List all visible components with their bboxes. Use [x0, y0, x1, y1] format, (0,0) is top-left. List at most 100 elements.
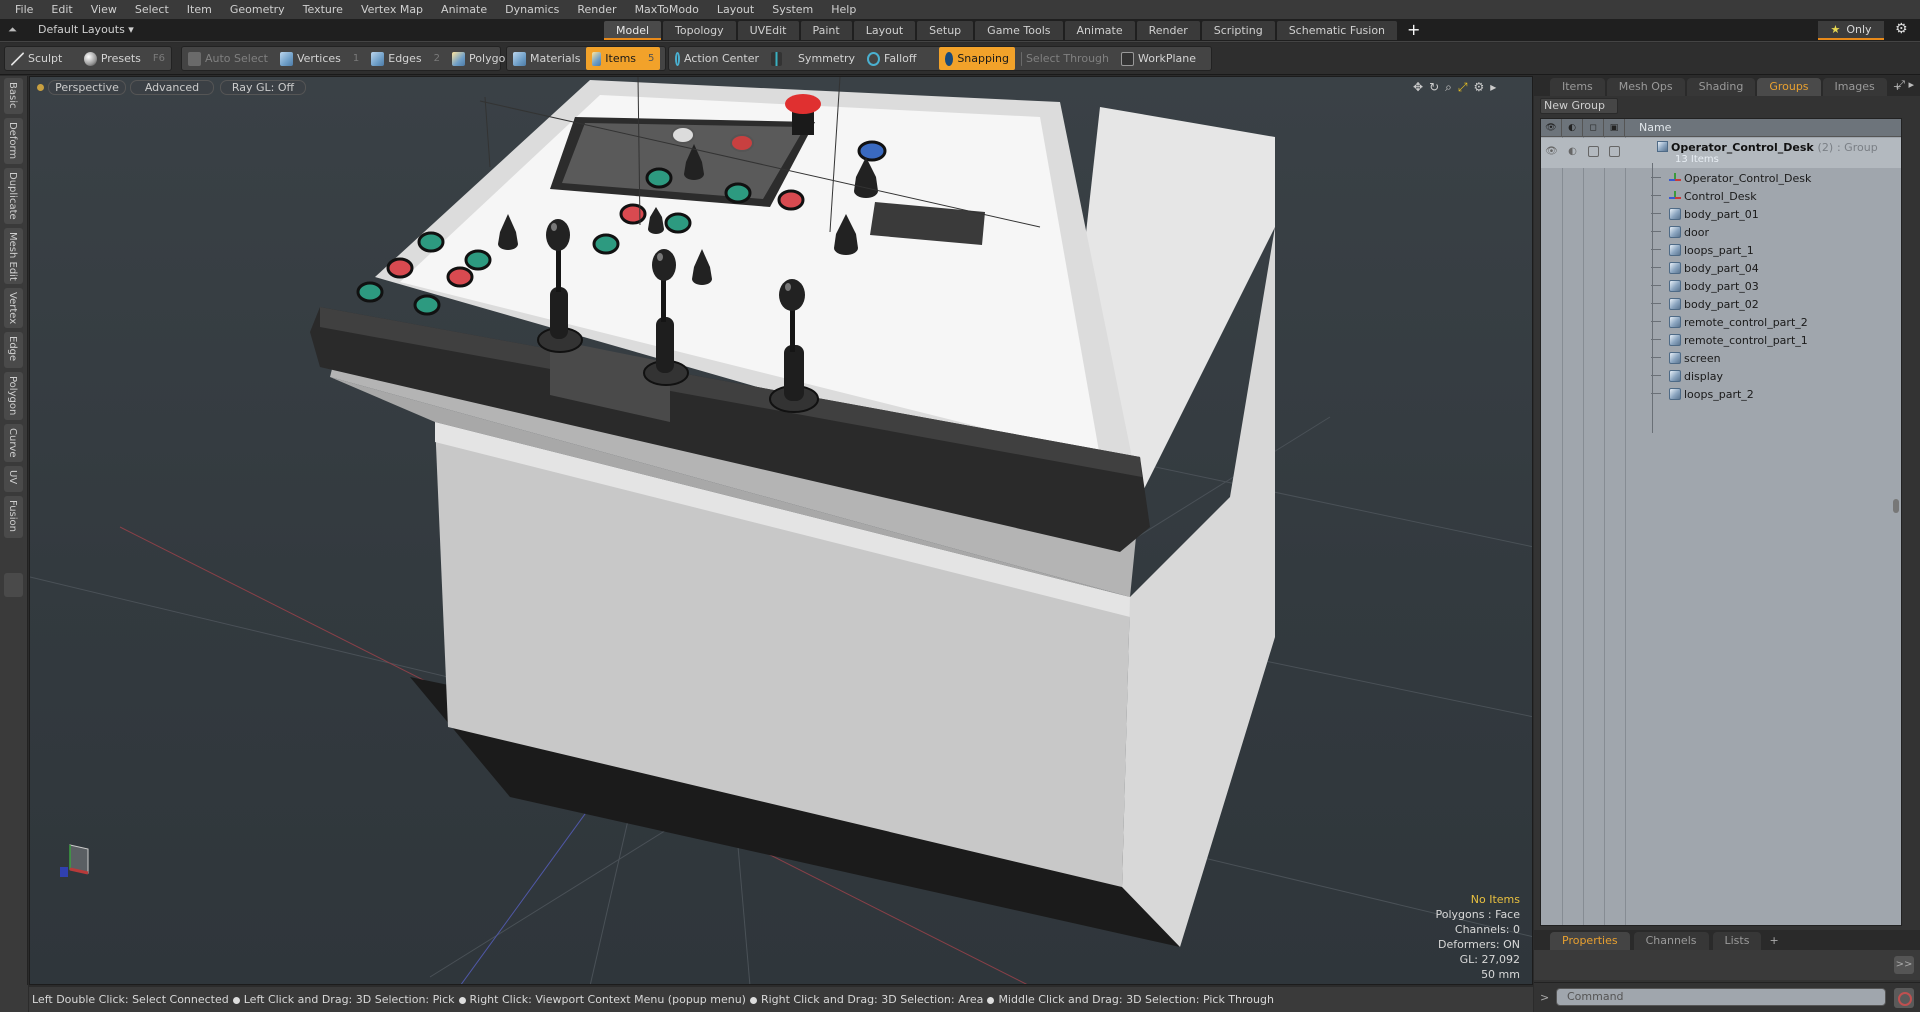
vtab-deform[interactable]: Deform [4, 118, 23, 164]
menu-animate[interactable]: Animate [432, 3, 496, 16]
tree-item[interactable]: door [1541, 223, 1901, 241]
lock-toggle[interactable] [1583, 144, 1604, 158]
move-view-icon[interactable]: ✥ [1413, 80, 1423, 95]
menu-edit[interactable]: Edit [42, 3, 81, 16]
tree-item[interactable]: body_part_01 [1541, 205, 1901, 223]
tree-item[interactable]: remote_control_part_2 [1541, 313, 1901, 331]
menu-geometry[interactable]: Geometry [221, 3, 294, 16]
menu-layout[interactable]: Layout [708, 3, 763, 16]
only-toggle[interactable]: ★ Only [1818, 21, 1884, 40]
tree-item[interactable]: remote_control_part_1 [1541, 331, 1901, 349]
symmetry-button[interactable]: Symmetry [765, 47, 861, 70]
tab-render[interactable]: Render [1136, 21, 1200, 40]
menu-select[interactable]: Select [126, 3, 178, 16]
3d-viewport[interactable]: Perspective Advanced Ray GL: Off ✥ ↻ ⌕ ⤢… [29, 76, 1533, 985]
expand-button[interactable]: >> [1894, 956, 1914, 974]
vtab-mesh-edit[interactable]: Mesh Edit [4, 228, 23, 284]
tab-layout[interactable]: Layout [853, 21, 916, 40]
vtab-uv[interactable]: UV [4, 466, 23, 492]
maximize-panel-icon[interactable]: ⤢ ▸ [1896, 78, 1914, 92]
workplane-button[interactable]: WorkPlane [1115, 47, 1202, 70]
maximize-icon[interactable]: ⤢ [1458, 80, 1468, 95]
add-bottom-tab-button[interactable]: + [1765, 932, 1782, 950]
tab-items[interactable]: Items [1550, 78, 1605, 96]
rotate-view-icon[interactable]: ↻ [1429, 80, 1439, 95]
render-col-icon[interactable]: ◐ [1562, 119, 1583, 137]
vtab-edge[interactable]: Edge [4, 332, 23, 368]
tree-scrollbar[interactable] [1893, 499, 1899, 513]
menu-vertex-map[interactable]: Vertex Map [352, 3, 432, 16]
sculpt-button[interactable]: Sculpt [5, 47, 78, 70]
arrow-right-icon[interactable]: ▸ [1490, 80, 1496, 95]
add-tab-button[interactable]: + [1399, 21, 1428, 41]
viewport-menu-icon[interactable] [37, 84, 44, 91]
tree-item[interactable]: body_part_04 [1541, 259, 1901, 277]
menu-view[interactable]: View [82, 3, 126, 16]
vtab-vertex[interactable]: Vertex [4, 288, 23, 328]
vtab-basic[interactable]: Basic [4, 78, 23, 114]
vertices-button[interactable]: Vertices 1 [274, 47, 365, 70]
tab-lists[interactable]: Lists [1712, 932, 1762, 950]
tab-setup[interactable]: Setup [917, 21, 974, 40]
layout-selector[interactable]: Default Layouts ▾ [38, 23, 134, 36]
gear-icon[interactable]: ⚙ [1895, 21, 1908, 37]
menu-dynamics[interactable]: Dynamics [496, 3, 568, 16]
raygl-button[interactable]: Ray GL: Off [220, 80, 306, 95]
vtab-fusion[interactable]: Fusion [4, 496, 23, 538]
tree-item[interactable]: display [1541, 367, 1901, 385]
collapse-up-icon[interactable]: ⏶ [8, 23, 20, 37]
tab-paint[interactable]: Paint [800, 21, 852, 40]
menu-system[interactable]: System [763, 3, 822, 16]
tab-properties[interactable]: Properties [1550, 932, 1630, 950]
select-through-button[interactable]: Select Through [1015, 47, 1115, 70]
tab-mesh-ops[interactable]: Mesh Ops [1606, 78, 1685, 96]
tab-shading[interactable]: Shading [1686, 78, 1756, 96]
name-column-header[interactable]: Name [1625, 121, 1671, 134]
tab-uvedit[interactable]: UVEdit [737, 21, 799, 40]
select-toggle[interactable] [1604, 144, 1625, 158]
gear-icon[interactable]: ⚙ [1473, 80, 1484, 95]
vtab-duplicate[interactable]: Duplicate [4, 168, 23, 224]
vtab-extra[interactable] [4, 573, 23, 597]
new-group-button[interactable]: New Group [1540, 98, 1618, 114]
tab-animate[interactable]: Animate [1064, 21, 1135, 40]
tree-item[interactable]: loops_part_1 [1541, 241, 1901, 259]
menu-texture[interactable]: Texture [294, 3, 352, 16]
tab-model[interactable]: Model [604, 21, 662, 40]
menu-help[interactable]: Help [822, 3, 865, 16]
falloff-button[interactable]: Falloff [861, 47, 939, 70]
tree-item[interactable]: loops_part_2 [1541, 385, 1901, 403]
group-row[interactable]: 👁 ◐ Operator_Control_Desk (2) : Group 13… [1541, 138, 1901, 168]
tree-item[interactable]: body_part_02 [1541, 295, 1901, 313]
record-macro-icon[interactable] [1894, 988, 1914, 1008]
vtab-polygon[interactable]: Polygon [4, 372, 23, 420]
tab-channels[interactable]: Channels [1633, 932, 1709, 950]
menu-maxtomodo[interactable]: MaxToModo [626, 3, 708, 16]
snapping-button[interactable]: Snapping [939, 47, 1015, 70]
materials-button[interactable]: Materials [507, 47, 586, 70]
tab-schematic-fusion[interactable]: Schematic Fusion [1276, 21, 1398, 40]
tree-item[interactable]: screen [1541, 349, 1901, 367]
vtab-curve[interactable]: Curve [4, 424, 23, 462]
tab-topology[interactable]: Topology [663, 21, 736, 40]
lock-col-icon[interactable]: ◻ [1583, 119, 1604, 137]
tree-item[interactable]: Control_Desk [1541, 187, 1901, 205]
select-col-icon[interactable]: ▣ [1604, 119, 1625, 137]
auto-select-button[interactable]: Auto Select [182, 47, 274, 70]
menu-render[interactable]: Render [568, 3, 625, 16]
menu-item[interactable]: Item [178, 3, 221, 16]
items-button[interactable]: Items 5 [586, 47, 661, 70]
command-input[interactable]: Command [1556, 988, 1886, 1006]
tree-item[interactable]: Operator_Control_Desk [1541, 169, 1901, 187]
action-center-button[interactable]: Action Center [669, 47, 765, 70]
tab-groups[interactable]: Groups [1757, 78, 1821, 96]
tab-scripting[interactable]: Scripting [1201, 21, 1275, 40]
render-toggle-icon[interactable]: ◐ [1562, 144, 1583, 158]
visibility-col-icon[interactable]: 👁 [1541, 119, 1562, 137]
view-mode-button[interactable]: Perspective [48, 80, 126, 95]
tree-item[interactable]: body_part_03 [1541, 277, 1901, 295]
edges-button[interactable]: Edges 2 [365, 47, 446, 70]
tab-game-tools[interactable]: Game Tools [975, 21, 1063, 40]
presets-button[interactable]: Presets F6 [78, 47, 171, 70]
zoom-view-icon[interactable]: ⌕ [1445, 80, 1452, 95]
